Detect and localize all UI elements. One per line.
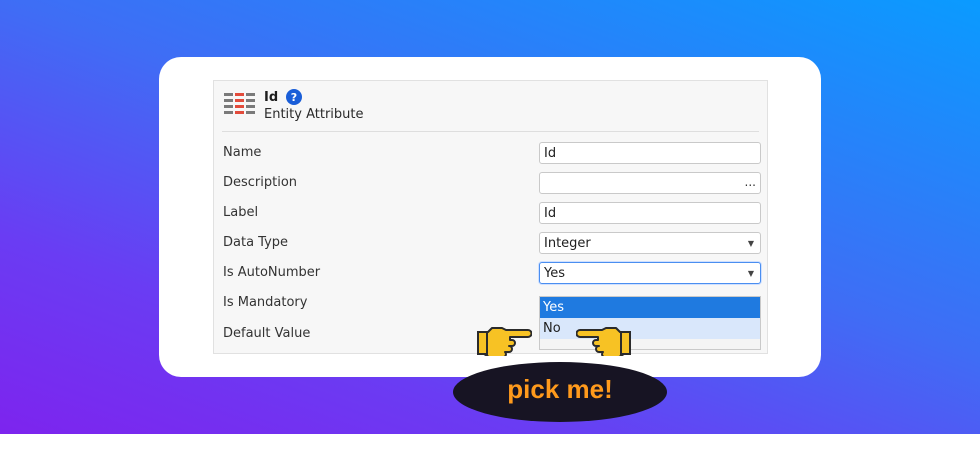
- name-field[interactable]: Id: [539, 142, 761, 164]
- name-value: Id: [544, 146, 557, 161]
- name-label: Name: [223, 145, 262, 160]
- dropdown-caret-icon: ▼: [747, 269, 754, 278]
- data-type-value: Integer: [544, 236, 591, 251]
- more-icon[interactable]: ...: [745, 171, 756, 193]
- entity-title: Id: [264, 90, 279, 105]
- dropdown-option-yes[interactable]: Yes: [540, 297, 760, 318]
- is-autonumber-label: Is AutoNumber: [223, 265, 321, 280]
- dropdown-option-no[interactable]: No: [540, 318, 760, 339]
- properties-panel: Id ? Entity Attribute Name Id Descriptio…: [213, 80, 768, 354]
- autonumber-dropdown-list: Yes No: [539, 296, 761, 350]
- data-type-select[interactable]: Integer ▼: [539, 232, 761, 254]
- label-label: Label: [223, 205, 259, 220]
- description-label: Description: [223, 175, 298, 190]
- help-icon[interactable]: ?: [286, 89, 302, 105]
- callout-text: pick me!: [507, 374, 613, 404]
- is-autonumber-select[interactable]: Yes ▼: [539, 262, 761, 284]
- data-type-label: Data Type: [223, 235, 289, 250]
- label-field[interactable]: Id: [539, 202, 761, 224]
- is-autonumber-value: Yes: [544, 266, 565, 281]
- pointing-hand-icon: [576, 327, 631, 356]
- header-divider: [222, 131, 759, 132]
- entity-subtitle: Entity Attribute: [264, 107, 364, 122]
- label-value: Id: [544, 206, 557, 221]
- is-mandatory-label: Is Mandatory: [223, 295, 308, 310]
- description-field[interactable]: ...: [539, 172, 761, 194]
- pointing-hand-icon: [477, 327, 532, 356]
- default-value-label: Default Value: [223, 326, 311, 341]
- entity-attribute-icon: [224, 93, 255, 114]
- dropdown-caret-icon: ▼: [747, 239, 754, 248]
